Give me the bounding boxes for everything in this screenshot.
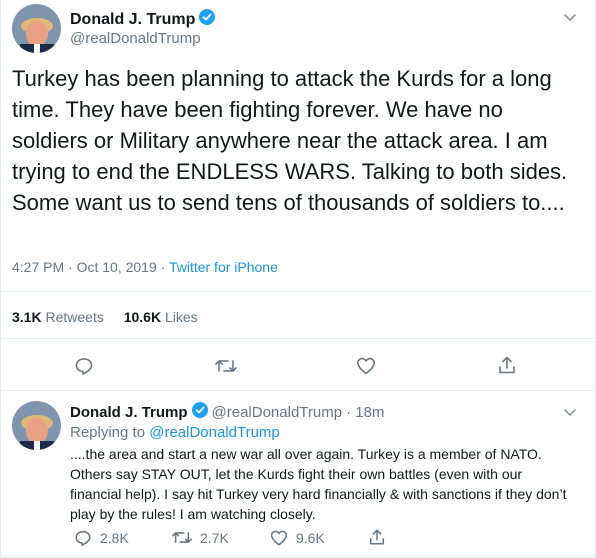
chevron-down-icon[interactable]	[563, 405, 577, 423]
divider	[0, 291, 596, 292]
verified-badge-icon	[199, 9, 216, 30]
retweet-icon	[172, 529, 192, 546]
author-name-row: Donald J. Trump	[70, 9, 216, 30]
reply-age[interactable]: · 18m	[346, 404, 384, 421]
replying-to: Replying to @realDonaldTrump	[70, 424, 280, 441]
reply-reply-button[interactable]: 2.8K	[74, 529, 129, 547]
retweets-label: Retweets	[45, 309, 104, 325]
share-button[interactable]	[497, 355, 517, 375]
reply-retweets-count: 2.7K	[200, 529, 229, 546]
reply-text: ....the area and start a new war all ove…	[70, 446, 567, 522]
verified-badge-icon	[191, 402, 208, 422]
tweet-timestamp[interactable]: 4:27 PM · Oct 10, 2019 ·	[12, 259, 169, 275]
tweet-timestamp-row: 4:27 PM · Oct 10, 2019 · Twitter for iPh…	[12, 259, 278, 275]
divider	[0, 390, 596, 391]
retweet-button[interactable]	[215, 357, 237, 375]
tweet-source-link[interactable]: Twitter for iPhone	[169, 259, 278, 275]
tweet-stats: 3.1K Retweets 10.6K Likes	[12, 309, 198, 325]
retweet-icon	[215, 357, 237, 375]
like-icon	[356, 356, 376, 376]
likes-count: 10.6K	[123, 309, 162, 325]
share-icon	[497, 355, 517, 375]
retweets-stat[interactable]: 3.1K Retweets	[12, 309, 104, 325]
replying-to-prefix: Replying to	[70, 424, 150, 441]
share-icon	[368, 528, 386, 546]
reply-replies-count: 2.8K	[100, 530, 129, 546]
retweets-count: 3.1K	[12, 309, 42, 325]
reply-header: Donald J. Trump @realDonaldTrump · 18m	[70, 402, 384, 422]
tweet-text: Turkey has been planning to attack the K…	[12, 66, 568, 215]
reply-icon	[74, 356, 94, 376]
reply-share-button[interactable]	[368, 528, 386, 546]
author-name[interactable]: Donald J. Trump	[70, 11, 195, 29]
author-handle[interactable]: @realDonaldTrump	[70, 30, 201, 47]
author-avatar[interactable]	[12, 4, 61, 53]
chevron-down-icon[interactable]	[563, 10, 577, 28]
reply-button[interactable]	[74, 356, 94, 376]
like-button[interactable]	[356, 356, 376, 376]
reply-author-name[interactable]: Donald J. Trump	[70, 404, 188, 421]
likes-label: Likes	[164, 309, 198, 325]
reply-likes-count: 9.6K	[296, 530, 325, 546]
divider	[0, 338, 596, 339]
reply-icon	[74, 529, 92, 547]
reply-author-handle[interactable]: @realDonaldTrump	[212, 404, 343, 421]
replying-to-handle[interactable]: @realDonaldTrump	[149, 424, 280, 441]
reply-author-avatar[interactable]	[12, 401, 61, 450]
reply-like-button[interactable]: 9.6K	[270, 529, 325, 547]
like-icon	[270, 529, 288, 547]
reply-retweet-button[interactable]: 2.7K	[172, 529, 229, 546]
likes-stat[interactable]: 10.6K Likes	[124, 309, 198, 325]
